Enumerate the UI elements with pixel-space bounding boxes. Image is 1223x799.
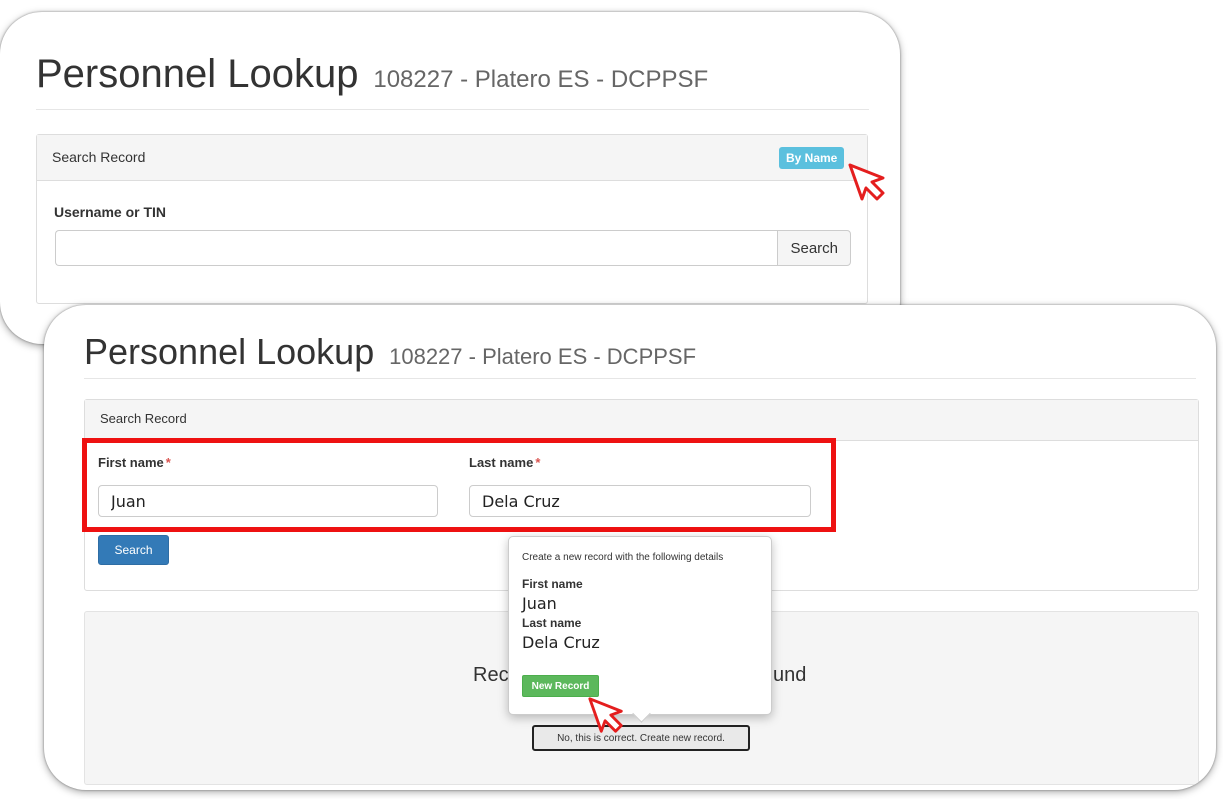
panel-heading: Search Record xyxy=(37,135,867,181)
school-subtitle: 108227 - Platero ES - DCPPSF xyxy=(373,66,709,93)
popover-last-name-value: Dela Cruz xyxy=(522,633,600,652)
last-name-input[interactable] xyxy=(469,485,811,517)
popover-first-name-value: Juan xyxy=(522,594,557,613)
title-divider xyxy=(36,109,869,110)
required-mark: * xyxy=(165,455,171,470)
search-by-tin-screenshot: Personnel Lookup 108227 - Platero ES - D… xyxy=(0,12,900,344)
search-button[interactable]: Search xyxy=(777,230,851,266)
panel-heading-text: Search Record xyxy=(100,411,187,426)
search-button[interactable]: Search xyxy=(98,535,169,565)
required-mark: * xyxy=(535,455,541,470)
search-record-panel: Search Record By Name Username or TIN Se… xyxy=(36,134,868,304)
no-record-text-left: Rec xyxy=(473,664,509,686)
title-divider xyxy=(84,378,1196,379)
username-tin-label: Username or TIN xyxy=(54,204,167,220)
page-title-text: Personnel Lookup xyxy=(36,52,359,96)
confirm-create-record-button[interactable]: No, this is correct. Create new record. xyxy=(532,725,750,751)
last-name-label-text: Last name xyxy=(469,455,534,470)
last-name-label: Last name * xyxy=(469,455,540,470)
popover-heading: Create a new record with the following d… xyxy=(522,552,724,563)
create-record-popover: Create a new record with the following d… xyxy=(508,536,772,723)
username-search-group: Search xyxy=(55,230,851,266)
first-name-label-text: First name xyxy=(98,455,164,470)
no-record-text-right: und xyxy=(773,664,807,686)
panel-heading: Search Record xyxy=(85,400,1198,441)
first-name-input[interactable] xyxy=(98,485,438,517)
popover-first-name-label: First name xyxy=(522,577,583,591)
panel-heading-text: Search Record xyxy=(52,149,146,165)
page-title-text: Personnel Lookup xyxy=(84,331,375,372)
page-title: Personnel Lookup 108227 - Platero ES - D… xyxy=(84,331,696,373)
popover-last-name-label: Last name xyxy=(522,616,582,630)
school-subtitle: 108227 - Platero ES - DCPPSF xyxy=(389,344,697,369)
new-record-button[interactable]: New Record xyxy=(522,675,599,697)
first-name-label: First name * xyxy=(98,455,171,470)
page-title: Personnel Lookup 108227 - Platero ES - D… xyxy=(36,52,708,97)
username-tin-input[interactable] xyxy=(55,230,778,266)
by-name-toggle-button[interactable]: By Name xyxy=(779,147,845,169)
